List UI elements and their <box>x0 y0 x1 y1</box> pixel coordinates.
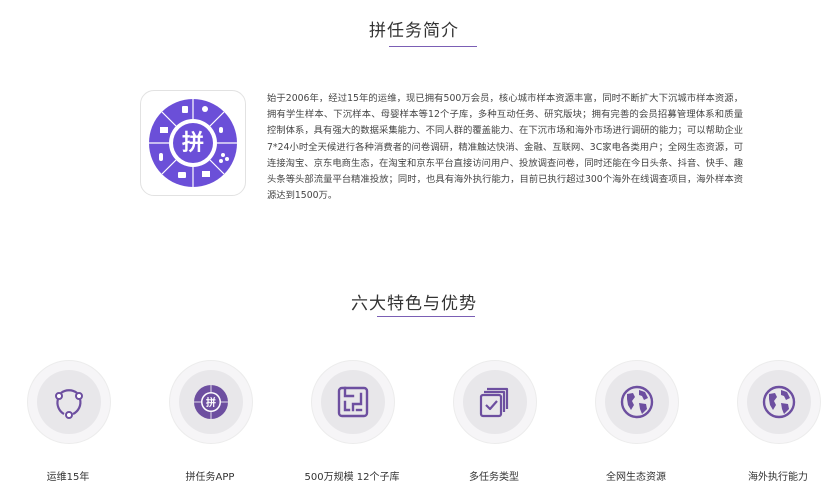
globe-icon <box>620 385 654 419</box>
app-logo-char: 拼 <box>206 396 216 409</box>
intro-title-underline <box>389 46 477 47</box>
features-title: 六大特色与优势 <box>351 294 477 314</box>
intro-description: 始于2006年，经过15年的运维，现已拥有500万会员，核心城市样本资源丰富，同… <box>267 93 743 202</box>
features-title-underline <box>377 316 475 317</box>
maze-icon <box>337 386 369 418</box>
feature-label-5: 全网生态资源 <box>606 472 666 483</box>
cycle-icon <box>55 389 83 419</box>
feature-label-6: 海外执行能力 <box>748 472 808 483</box>
logo-char: 拼 <box>182 130 204 156</box>
app-logo-icon: 拼 <box>194 385 228 419</box>
intro-title: 拼任务简介 <box>369 21 459 41</box>
feature-label-4: 多任务类型 <box>469 472 519 483</box>
task-stack-icon <box>479 387 509 418</box>
pinrenwu-logo-icon: 拼 <box>140 90 246 196</box>
feature-label-3: 500万规模 12个子库 <box>304 472 400 483</box>
feature-label-2: 拼任务APP <box>185 472 235 483</box>
feature-label-1: 运维15年 <box>46 472 90 483</box>
globe-icon <box>762 385 796 419</box>
